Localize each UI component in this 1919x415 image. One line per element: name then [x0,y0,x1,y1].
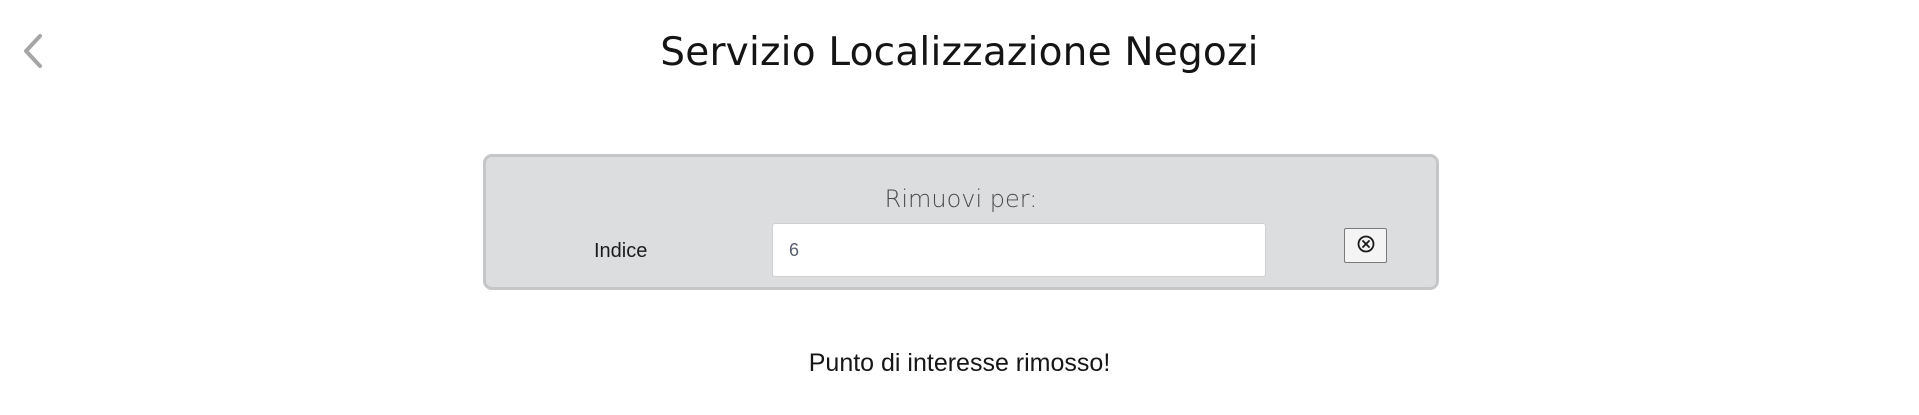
close-circle-icon [1356,234,1376,257]
remove-button[interactable] [1344,228,1387,263]
page: Servizio Localizzazione Negozi Rimuovi p… [0,0,1919,415]
panel-heading: Rimuovi per: [884,185,1038,213]
page-title: Servizio Localizzazione Negozi [660,30,1259,75]
index-label: Indice [594,240,648,262]
remove-panel: Rimuovi per: Indice [483,154,1439,290]
status-message: Punto di interesse rimosso! [808,349,1111,377]
index-input[interactable] [772,223,1266,277]
